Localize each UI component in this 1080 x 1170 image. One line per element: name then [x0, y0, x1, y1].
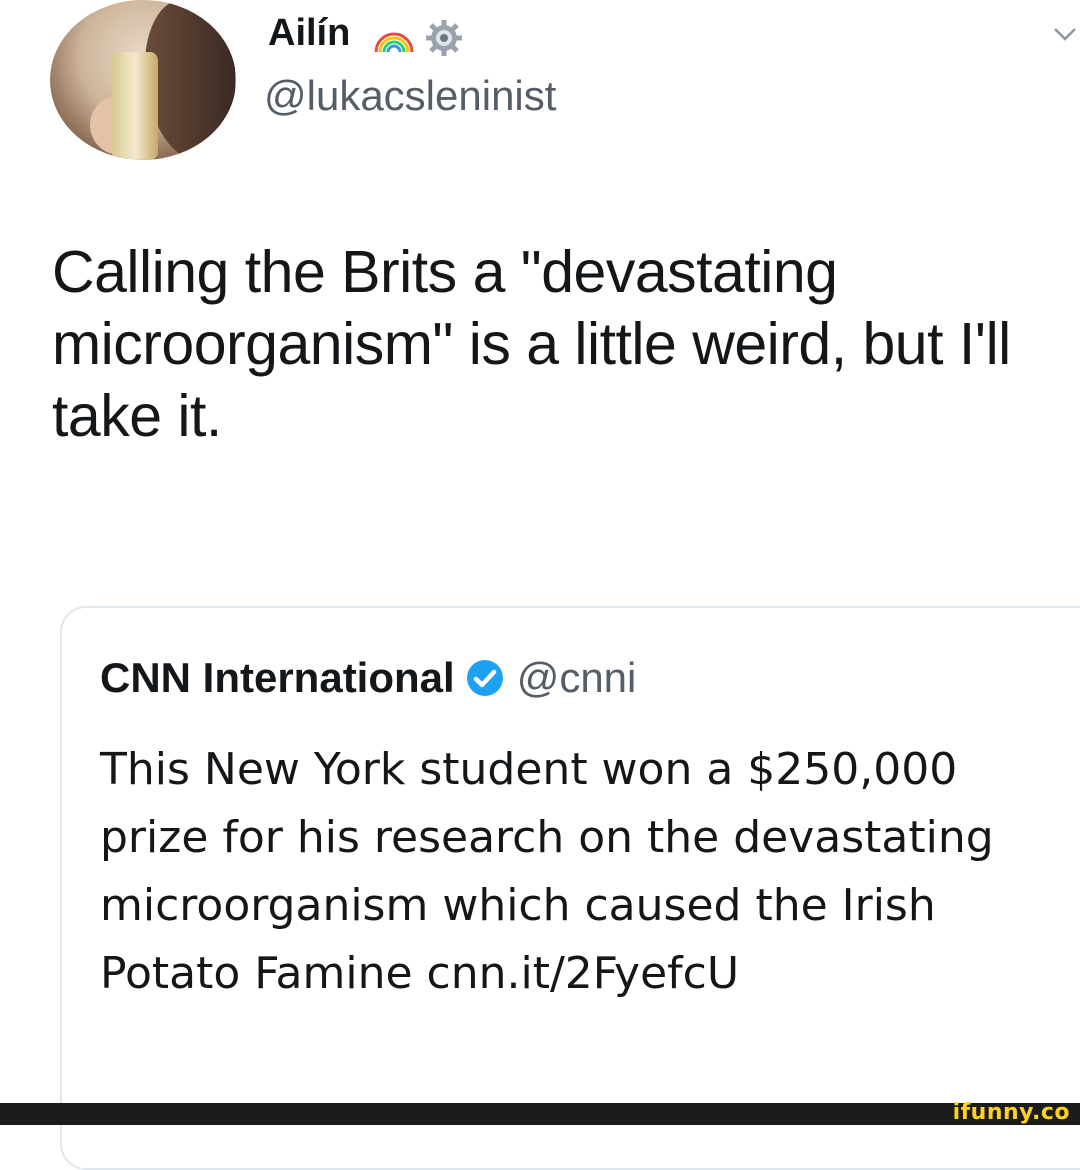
avatar-can [112, 52, 158, 160]
quoted-author-name[interactable]: CNN International [100, 654, 455, 702]
avatar-hair [145, 0, 235, 160]
quoted-tweet-header: CNN International @cnni [100, 650, 636, 706]
avatar[interactable] [50, 0, 236, 160]
tweet-text: Calling the Brits a "devastating microor… [52, 239, 1011, 449]
author-emoji-badges [370, 18, 464, 58]
author-handle[interactable]: @lukacsleninist [264, 72, 556, 120]
quoted-author-handle[interactable]: @cnni [517, 654, 637, 702]
rainbow-icon [374, 32, 414, 53]
quoted-tweet-text: This New York student won a $250,000 pri… [100, 744, 994, 999]
author-display-name[interactable]: Ailín [268, 12, 350, 55]
watermark-bar [0, 1103, 1080, 1125]
watermark: ifunny.co [952, 1100, 1070, 1125]
gear-icon [426, 20, 462, 56]
verified-icon [466, 660, 503, 696]
chevron-down-icon[interactable] [1052, 20, 1078, 46]
